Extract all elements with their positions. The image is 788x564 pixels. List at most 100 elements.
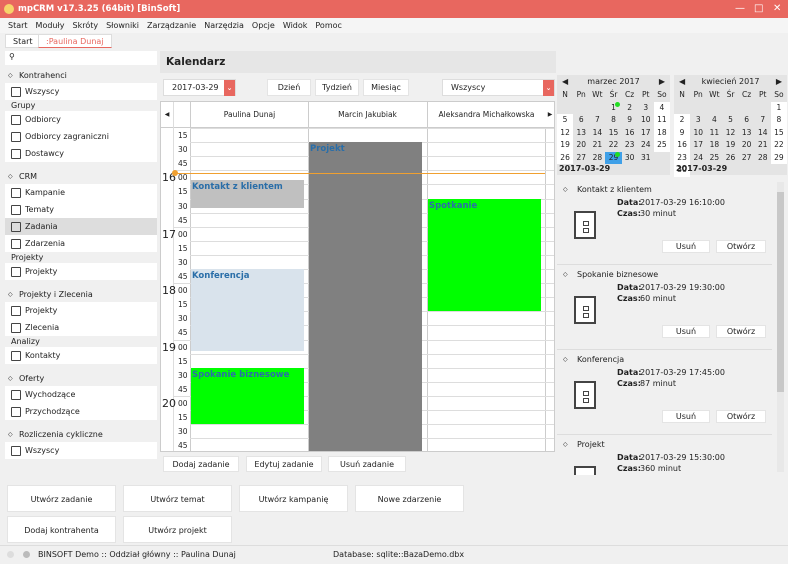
section-rozliczenia-cykliczne[interactable]: Rozliczenia cykliczne <box>5 428 157 442</box>
quick-action-button[interactable]: Dodaj kontrahenta <box>7 516 116 543</box>
menu-opcje[interactable]: Opcje <box>252 21 275 30</box>
calendar-day[interactable]: 7 <box>755 114 771 127</box>
sidebar-item-odbiorcy-zagraniczni[interactable]: Odbiorcy zagraniczni <box>5 128 157 145</box>
menu-słowniki[interactable]: Słowniki <box>106 21 139 30</box>
calendar-day[interactable]: 5 <box>722 114 738 127</box>
open-event-button[interactable]: Otwórz <box>716 325 766 338</box>
calendar-day[interactable]: 20 <box>573 139 589 152</box>
calendar-day[interactable]: 6 <box>739 114 755 127</box>
sidebar-item-wszyscy[interactable]: Wszyscy <box>5 442 157 459</box>
minimize-button[interactable]: — <box>735 0 745 18</box>
collapse-icon[interactable]: ◇ <box>563 271 568 278</box>
chevron-down-icon[interactable]: ⌄ <box>543 80 554 96</box>
calendar-day[interactable]: 21 <box>755 139 771 152</box>
event-block[interactable]: Spotkanie <box>428 198 541 312</box>
quick-action-button[interactable]: Utwórz kampanię <box>239 485 348 512</box>
menu-narzędzia[interactable]: Narzędzia <box>204 21 244 30</box>
quick-action-button[interactable]: Utwórz projekt <box>123 516 232 543</box>
calendar-day[interactable]: 14 <box>589 127 605 140</box>
calendar-day[interactable]: 29 <box>770 151 787 164</box>
open-event-button[interactable]: Otwórz <box>716 240 766 253</box>
sidebar-item-projekty[interactable]: Projekty <box>5 302 157 319</box>
sidebar-item-zdarzenia[interactable]: Zdarzenia <box>5 235 157 252</box>
menu-moduły[interactable]: Moduły <box>36 21 65 30</box>
calendar-day[interactable]: 8 <box>605 114 621 127</box>
sidebar-item-kontakty[interactable]: Kontakty <box>5 347 157 364</box>
prev-month-button[interactable]: ◀ <box>562 75 568 89</box>
calendar-day[interactable]: 4 <box>706 114 722 127</box>
calendar-day[interactable]: 10 <box>690 127 706 140</box>
calendar-day[interactable]: 19 <box>722 139 738 152</box>
calendar-day[interactable]: 9 <box>622 114 638 127</box>
scroll-left-button[interactable]: ◀ <box>161 102 173 128</box>
quick-action-button[interactable]: Nowe zdarzenie <box>355 485 464 512</box>
sidebar-item-odbiorcy[interactable]: Odbiorcy <box>5 111 157 128</box>
add-task-button[interactable]: Dodaj zadanie <box>163 456 239 472</box>
chevron-down-icon[interactable]: ⌄ <box>224 80 235 96</box>
calendar-day[interactable]: 12 <box>722 127 738 140</box>
calendar-day[interactable]: 12 <box>557 126 574 139</box>
calendar-day[interactable]: 7 <box>589 114 605 127</box>
delete-event-button[interactable]: Usuń <box>662 410 710 423</box>
open-event-button[interactable]: Otwórz <box>716 410 766 423</box>
menu-skróty[interactable]: Skróty <box>73 21 99 30</box>
sidebar-item-zlecenia[interactable]: Zlecenia <box>5 319 157 336</box>
delete-event-button[interactable]: Usuń <box>662 240 710 253</box>
menu-pomoc[interactable]: Pomoc <box>315 21 342 30</box>
menu-start[interactable]: Start <box>8 21 28 30</box>
next-month-button[interactable]: ▶ <box>776 75 782 89</box>
calendar-day[interactable]: 17 <box>638 127 654 140</box>
section-crm[interactable]: CRM <box>5 170 157 184</box>
scrollbar[interactable] <box>777 182 784 472</box>
calendar-day[interactable]: 6 <box>573 114 589 127</box>
collapse-icon[interactable]: ◇ <box>563 356 568 363</box>
menu-zarządzanie[interactable]: Zarządzanie <box>147 21 196 30</box>
calendar-day[interactable]: 13 <box>739 127 755 140</box>
tab-start[interactable]: Start <box>5 34 41 48</box>
sidebar-item-kampanie[interactable]: Kampanie <box>5 184 157 201</box>
calendar-day[interactable]: 13 <box>573 127 589 140</box>
next-month-button[interactable]: ▶ <box>659 75 665 89</box>
prev-month-button[interactable]: ◀ <box>679 75 685 89</box>
calendar-day[interactable]: 20 <box>739 139 755 152</box>
view-day-button[interactable]: Dzień <box>267 79 311 96</box>
calendar-day[interactable]: 28 <box>755 152 771 165</box>
calendar-day[interactable]: 11 <box>653 114 670 127</box>
event-block[interactable]: Konferencja <box>191 269 304 351</box>
date-picker[interactable]: 2017-03-29 ⌄ <box>163 79 236 96</box>
calendar-day[interactable]: 24 <box>638 139 654 152</box>
calendar-day[interactable]: 17 <box>690 139 706 152</box>
calendar-day[interactable]: 10 <box>638 114 654 127</box>
delete-event-button[interactable]: Usuń <box>662 325 710 338</box>
quick-action-button[interactable]: Utwórz temat <box>123 485 232 512</box>
section-kontrahenci[interactable]: Kontrahenci <box>5 69 157 83</box>
calendar-day[interactable]: 2 <box>674 114 691 127</box>
calendar-day[interactable]: 25 <box>653 139 670 152</box>
edit-task-button[interactable]: Edytuj zadanie <box>246 456 322 472</box>
calendar-day[interactable]: 23 <box>622 139 638 152</box>
calendar-day[interactable]: 15 <box>770 126 787 139</box>
sidebar-item-wychodz-ce[interactable]: Wychodzące <box>5 386 157 403</box>
calendar-day[interactable]: 21 <box>589 139 605 152</box>
quick-action-button[interactable]: Utwórz zadanie <box>7 485 116 512</box>
calendar-day[interactable]: 31 <box>638 152 654 165</box>
calendar-day[interactable]: 15 <box>605 127 621 140</box>
calendar-day[interactable]: 22 <box>605 139 621 152</box>
calendar-day[interactable]: 14 <box>755 127 771 140</box>
calendar-day[interactable]: 27 <box>739 152 755 165</box>
sidebar-item-dostawcy[interactable]: Dostawcy <box>5 145 157 162</box>
sidebar-item-tematy[interactable]: Tematy <box>5 201 157 218</box>
calendar-day[interactable]: 3 <box>690 114 706 127</box>
sidebar-item-zadania[interactable]: Zadania <box>5 218 157 235</box>
user-filter-select[interactable]: Wszyscy ⌄ <box>442 79 555 96</box>
calendar-day[interactable]: 11 <box>706 127 722 140</box>
tab-paulina-dunaj[interactable]: :Paulina Dunaj <box>38 34 112 48</box>
scrollbar-thumb[interactable] <box>777 192 784 392</box>
calendar-day[interactable]: 18 <box>706 139 722 152</box>
calendar-day[interactable]: 16 <box>622 127 638 140</box>
day-schedule-grid[interactable]: ◀ ▶ Paulina Dunaj Marcin Jakubiak Aleksandra… <box>160 101 555 452</box>
calendar-day[interactable]: 4 <box>653 101 670 114</box>
view-week-button[interactable]: Tydzień <box>315 79 359 96</box>
calendar-day[interactable]: 19 <box>557 139 574 152</box>
calendar-day[interactable]: 1 <box>770 101 787 114</box>
